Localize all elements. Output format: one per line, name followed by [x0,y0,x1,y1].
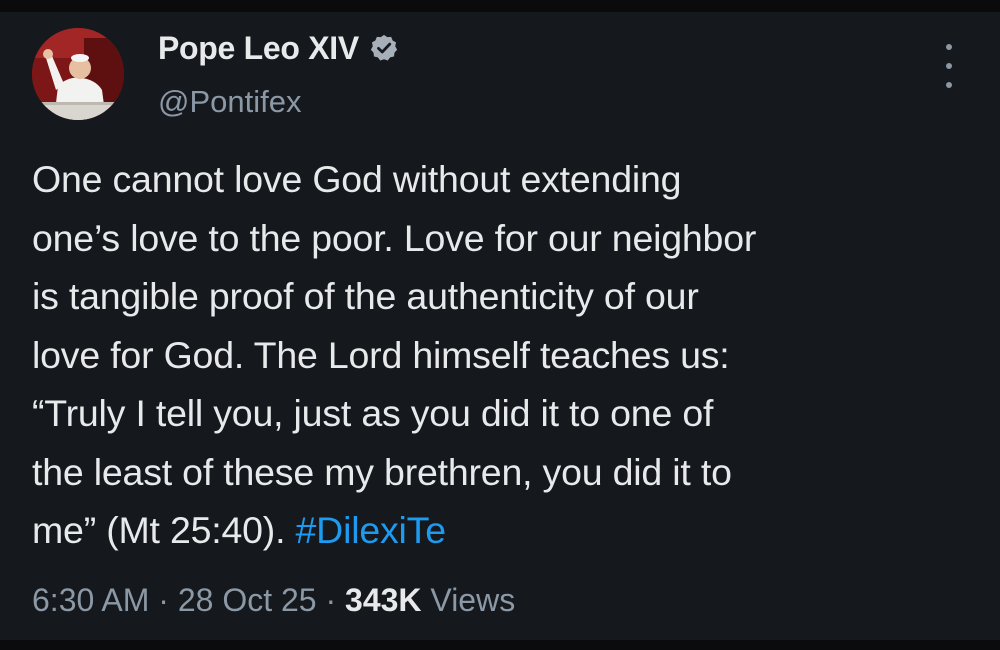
avatar[interactable] [32,28,124,120]
tweet-card: Pope Leo XIV @Pontifex One cannot love G… [0,12,1000,640]
tweet-text-line: one’s love to the poor. Love for our nei… [32,216,757,259]
views-count: 343K [345,582,422,618]
author-handle[interactable]: @Pontifex [158,84,301,120]
tweet-text-line: the least of these my brethren, you did … [32,450,732,493]
meta-separator: · [149,582,178,618]
tweet-text-line: “Truly I tell you, just as you did it to… [32,392,714,434]
tweet-text-last-line-text: me” (Mt 25:40). [32,509,296,551]
verified-badge-icon [369,33,399,63]
tweet-text-line: is tangible proof of the authenticity of… [32,275,699,317]
tweet-time[interactable]: 6:30 AM [32,582,149,618]
more-vertical-icon-dot [946,82,952,88]
avatar-image [32,28,124,120]
author-display-name[interactable]: Pope Leo XIV [158,30,359,67]
tweet-date[interactable]: 28 Oct 25 [178,582,317,618]
tweet-meta: 6:30 AM · 28 Oct 25 · 343K Views [32,582,515,619]
meta-separator: · [316,582,346,618]
more-options-button[interactable] [934,44,964,88]
tweet-text-line: love for God. The Lord himself teaches u… [32,333,730,376]
more-vertical-icon-dot [946,63,952,69]
hashtag-link[interactable]: #DilexiTe [296,509,447,551]
tweet-text-last-line: me” (Mt 25:40). #DilexiTe [32,501,962,560]
more-vertical-icon [946,44,952,50]
author-name-row: Pope Leo XIV [158,28,399,68]
tweet-text-line: One cannot love God without extending [32,158,682,200]
tweet-text: One cannot love God without extending on… [32,150,962,560]
views-label: Views [421,582,516,618]
